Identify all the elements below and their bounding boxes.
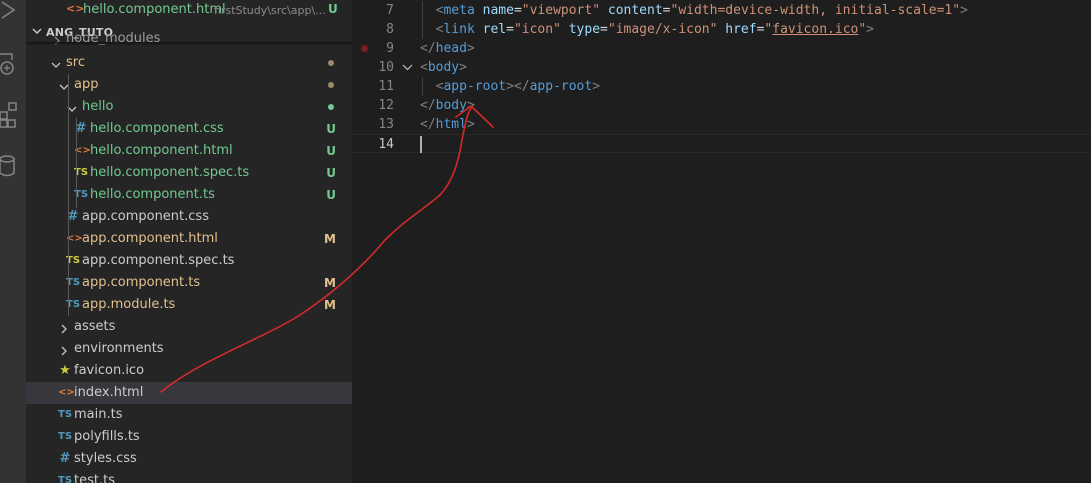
annotation-overlay — [160, 105, 494, 393]
annotation-arrowhead — [455, 105, 494, 128]
annotation-arrow-stroke — [160, 107, 472, 393]
